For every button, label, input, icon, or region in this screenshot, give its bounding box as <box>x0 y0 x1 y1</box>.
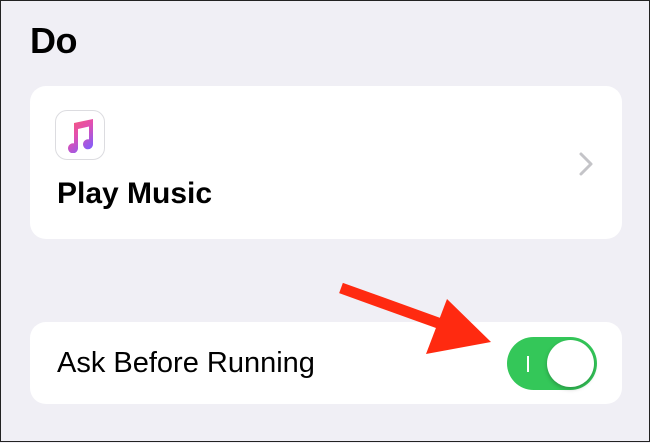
shortcut-detail-screen: { "section": { "title": "Do" }, "action"… <box>0 0 650 442</box>
ask-before-running-label: Ask Before Running <box>57 347 315 379</box>
section-title: Do <box>30 20 78 61</box>
toggle-knob[interactable] <box>547 340 594 387</box>
toggle-on-indicator <box>527 356 529 372</box>
ask-before-running-toggle[interactable] <box>507 337 597 390</box>
chevron-right-icon <box>579 152 593 176</box>
ask-before-running-row: Ask Before Running <box>30 322 622 404</box>
action-label: Play Music <box>57 177 213 210</box>
music-note-icon <box>68 119 94 153</box>
music-app-icon <box>55 110 105 160</box>
play-music-action-card[interactable]: Play Music <box>30 86 622 239</box>
